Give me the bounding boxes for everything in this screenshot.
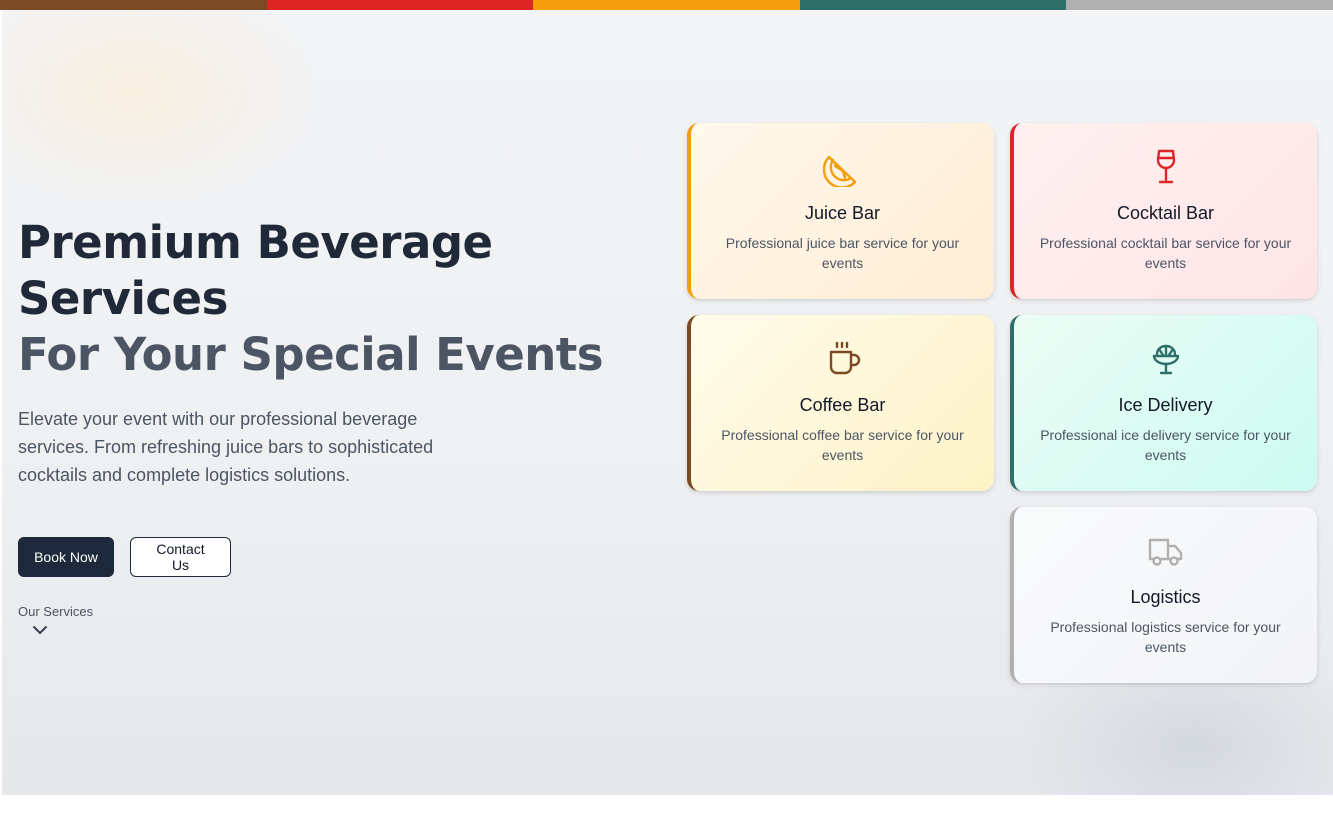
card-description: Professional coffee bar service for your… — [721, 427, 964, 463]
service-card-logistics[interactable]: Logistics Professional logistics service… — [1010, 507, 1317, 683]
decorative-glow — [2, 10, 322, 210]
hero-subtext: Elevate your event with our professional… — [18, 409, 434, 485]
card-title: Coffee Bar — [799, 395, 886, 415]
coffee-cup-icon — [823, 339, 863, 379]
orange-slice-icon — [822, 147, 863, 187]
color-strip — [0, 0, 1333, 10]
strip-segment-gray — [1066, 0, 1333, 10]
card-title: Logistics — [1130, 587, 1201, 607]
headline-line-2: For Your Special Events — [18, 328, 604, 381]
hero-section: Premium Beverage Services For Your Speci… — [2, 10, 1333, 795]
hero-headline: Premium Beverage Services For Your Speci… — [18, 215, 678, 383]
hero-content: Premium Beverage Services For Your Speci… — [18, 215, 678, 641]
strip-segment-red — [266, 0, 534, 10]
card-description: Professional ice delivery service for yo… — [1040, 427, 1291, 463]
book-now-button[interactable]: Book Now — [18, 537, 114, 577]
strip-segment-orange — [533, 0, 800, 10]
our-services-label: Our Services — [18, 604, 94, 619]
card-title: Cocktail Bar — [1116, 203, 1215, 223]
card-description: Professional logistics service for your … — [1050, 619, 1281, 655]
contact-us-button[interactable]: Contact Us — [130, 537, 231, 577]
card-description: Professional cocktail bar service for yo… — [1039, 235, 1292, 271]
card-title: Ice Delivery — [1118, 395, 1213, 415]
next-section — [0, 795, 1333, 834]
card-title: Juice Bar — [804, 203, 881, 223]
card-description: Professional juice bar service for your … — [725, 235, 960, 271]
ice-cream-bowl-icon — [1146, 339, 1186, 379]
service-card-juice-bar[interactable]: Juice Bar Professional juice bar service… — [687, 123, 994, 299]
service-card-coffee-bar[interactable]: Coffee Bar Professional coffee bar servi… — [687, 315, 994, 491]
our-services-link[interactable]: Our Services — [18, 604, 98, 641]
wine-glass-icon — [1146, 147, 1186, 187]
service-card-ice-delivery[interactable]: Ice Delivery Professional ice delivery s… — [1010, 315, 1317, 491]
truck-icon — [1146, 531, 1186, 571]
headline-line-1: Premium Beverage Services — [18, 216, 493, 325]
service-card-cocktail-bar[interactable]: Cocktail Bar Professional cocktail bar s… — [1010, 123, 1317, 299]
chevron-down-icon — [31, 623, 49, 641]
strip-segment-brown — [0, 0, 267, 10]
strip-segment-teal — [799, 0, 1067, 10]
cta-buttons: Book Now Contact Us — [18, 537, 678, 577]
